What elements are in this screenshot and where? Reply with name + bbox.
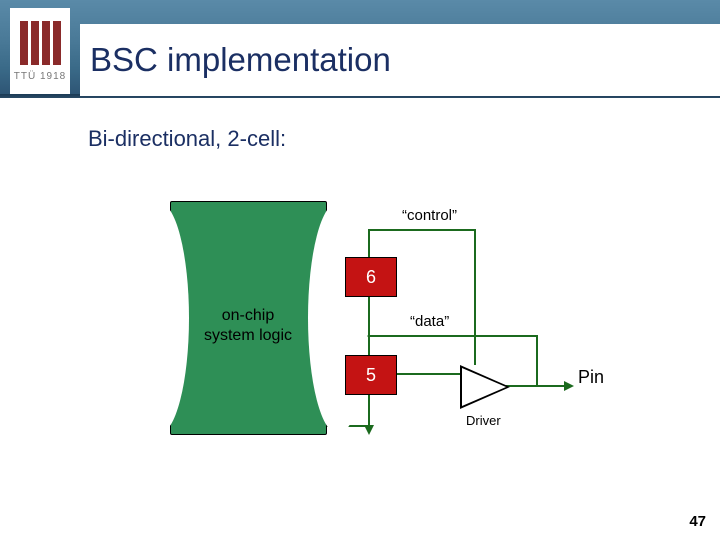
wire xyxy=(395,373,463,375)
wire xyxy=(368,295,370,355)
cell-6: 6 xyxy=(345,257,397,297)
logo-bars xyxy=(20,21,61,65)
logo-text: TTÜ 1918 xyxy=(14,71,66,82)
chip-block: on-chip system logic xyxy=(170,201,327,435)
bsc-diagram: on-chip system logic 6 5 “control” “data… xyxy=(170,195,630,445)
wire xyxy=(474,229,476,365)
arrow-icon xyxy=(564,381,574,391)
label-driver: Driver xyxy=(466,413,501,428)
label-data: “data” xyxy=(410,313,449,330)
logo: TTÜ 1918 xyxy=(10,8,70,94)
chip-label-line1: on-chip xyxy=(222,307,274,324)
page-title: BSC implementation xyxy=(90,41,391,79)
wire xyxy=(368,229,476,231)
label-control: “control” xyxy=(402,207,457,224)
wire xyxy=(536,335,538,387)
arrow-icon xyxy=(364,425,374,435)
subtitle: Bi-directional, 2-cell: xyxy=(88,126,286,152)
chip-label: on-chip system logic xyxy=(193,306,303,346)
page-number: 47 xyxy=(689,513,706,530)
title-strip: BSC implementation xyxy=(80,24,720,96)
chip-label-line2: system logic xyxy=(204,327,292,344)
label-pin: Pin xyxy=(578,367,604,388)
cell-5: 5 xyxy=(345,355,397,395)
wire xyxy=(368,229,370,257)
wire xyxy=(368,393,370,427)
driver-buffer-icon xyxy=(460,365,510,409)
wire xyxy=(395,335,538,337)
